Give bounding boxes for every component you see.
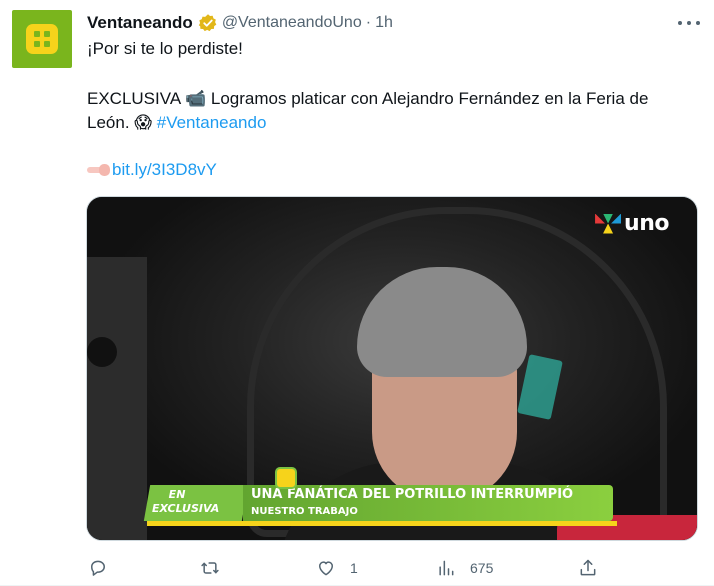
views-icon [439, 560, 454, 576]
tweet-text: Logramos platicar con Alejandro Fernánde… [210, 89, 649, 108]
timestamp[interactable]: 1h [375, 14, 393, 32]
separator-dot: · [365, 14, 372, 31]
banner-headline: UNA FANÁTICA DEL POTRILLO INTERRUMPIÓ [251, 487, 574, 502]
banner-tag-top: EN [168, 488, 186, 501]
exclusive-label: EXCLUSIVA [87, 89, 181, 108]
verified-badge-icon [198, 14, 217, 32]
media-video[interactable]: uno EN EXCLUSIVA UNA FANÁTICA DEL POTRIL… [86, 196, 698, 541]
pointing-hand-icon [87, 163, 111, 177]
banner-tag: EN EXCLUSIVA [143, 485, 249, 521]
ventaneando-badge-icon [275, 467, 297, 489]
like-button[interactable]: 1 [316, 556, 358, 580]
tweet-text-line: León. 😱 #Ventaneando [87, 110, 700, 136]
reply-icon [91, 560, 105, 576]
heart-icon [319, 561, 333, 576]
channel-logo-text: uno [624, 211, 669, 236]
banner-subline: NUESTRO TRABAJO [251, 506, 358, 517]
share-icon [580, 559, 596, 576]
share-button[interactable] [578, 556, 612, 580]
tweet-actions: 1 675 [80, 556, 610, 580]
short-link[interactable]: bit.ly/3I3D8vY [112, 157, 217, 183]
banner-main: UNA FANÁTICA DEL POTRILLO INTERRUMPIÓ NU… [243, 485, 613, 521]
channel-x-icon [595, 213, 622, 234]
news-banner: EN EXCLUSIVA UNA FANÁTICA DEL POTRILLO I… [143, 467, 617, 521]
views-button[interactable]: 675 [436, 556, 493, 580]
microphone-shape [87, 337, 117, 367]
views-count: 675 [470, 560, 494, 576]
channel-logo: uno [595, 211, 669, 236]
retweet-button[interactable] [200, 556, 234, 580]
screaming-face-icon: 😱 [134, 113, 153, 132]
tweet-link-line: bit.ly/3I3D8vY [87, 157, 700, 183]
retweet-icon [201, 562, 219, 574]
avatar[interactable] [12, 10, 72, 68]
video-frame-edge [87, 257, 147, 540]
user-handle[interactable]: @VentaneandoUno [222, 14, 362, 32]
display-name[interactable]: Ventaneando [87, 13, 193, 33]
video-camera-icon: 📹 [184, 89, 207, 108]
tweet-text-line: EXCLUSIVA 📹 Logramos platicar con Alejan… [87, 86, 700, 112]
tweet-text-line: ¡Por si te lo perdiste! [87, 39, 243, 58]
like-count: 1 [350, 560, 358, 576]
tweet[interactable]: Ventaneando @VentaneandoUno · 1h ¡Por si… [0, 0, 714, 586]
ventaneando-logo-icon [26, 24, 58, 54]
banner-stripe [147, 521, 617, 526]
more-options-icon[interactable] [678, 14, 700, 32]
reply-button[interactable] [88, 556, 122, 580]
tweet-header: Ventaneando @VentaneandoUno · 1h [87, 12, 654, 34]
banner-tag-bottom: EXCLUSIVA [151, 502, 220, 515]
hashtag-link[interactable]: #Ventaneando [157, 113, 267, 132]
tweet-text: León. [87, 113, 130, 132]
